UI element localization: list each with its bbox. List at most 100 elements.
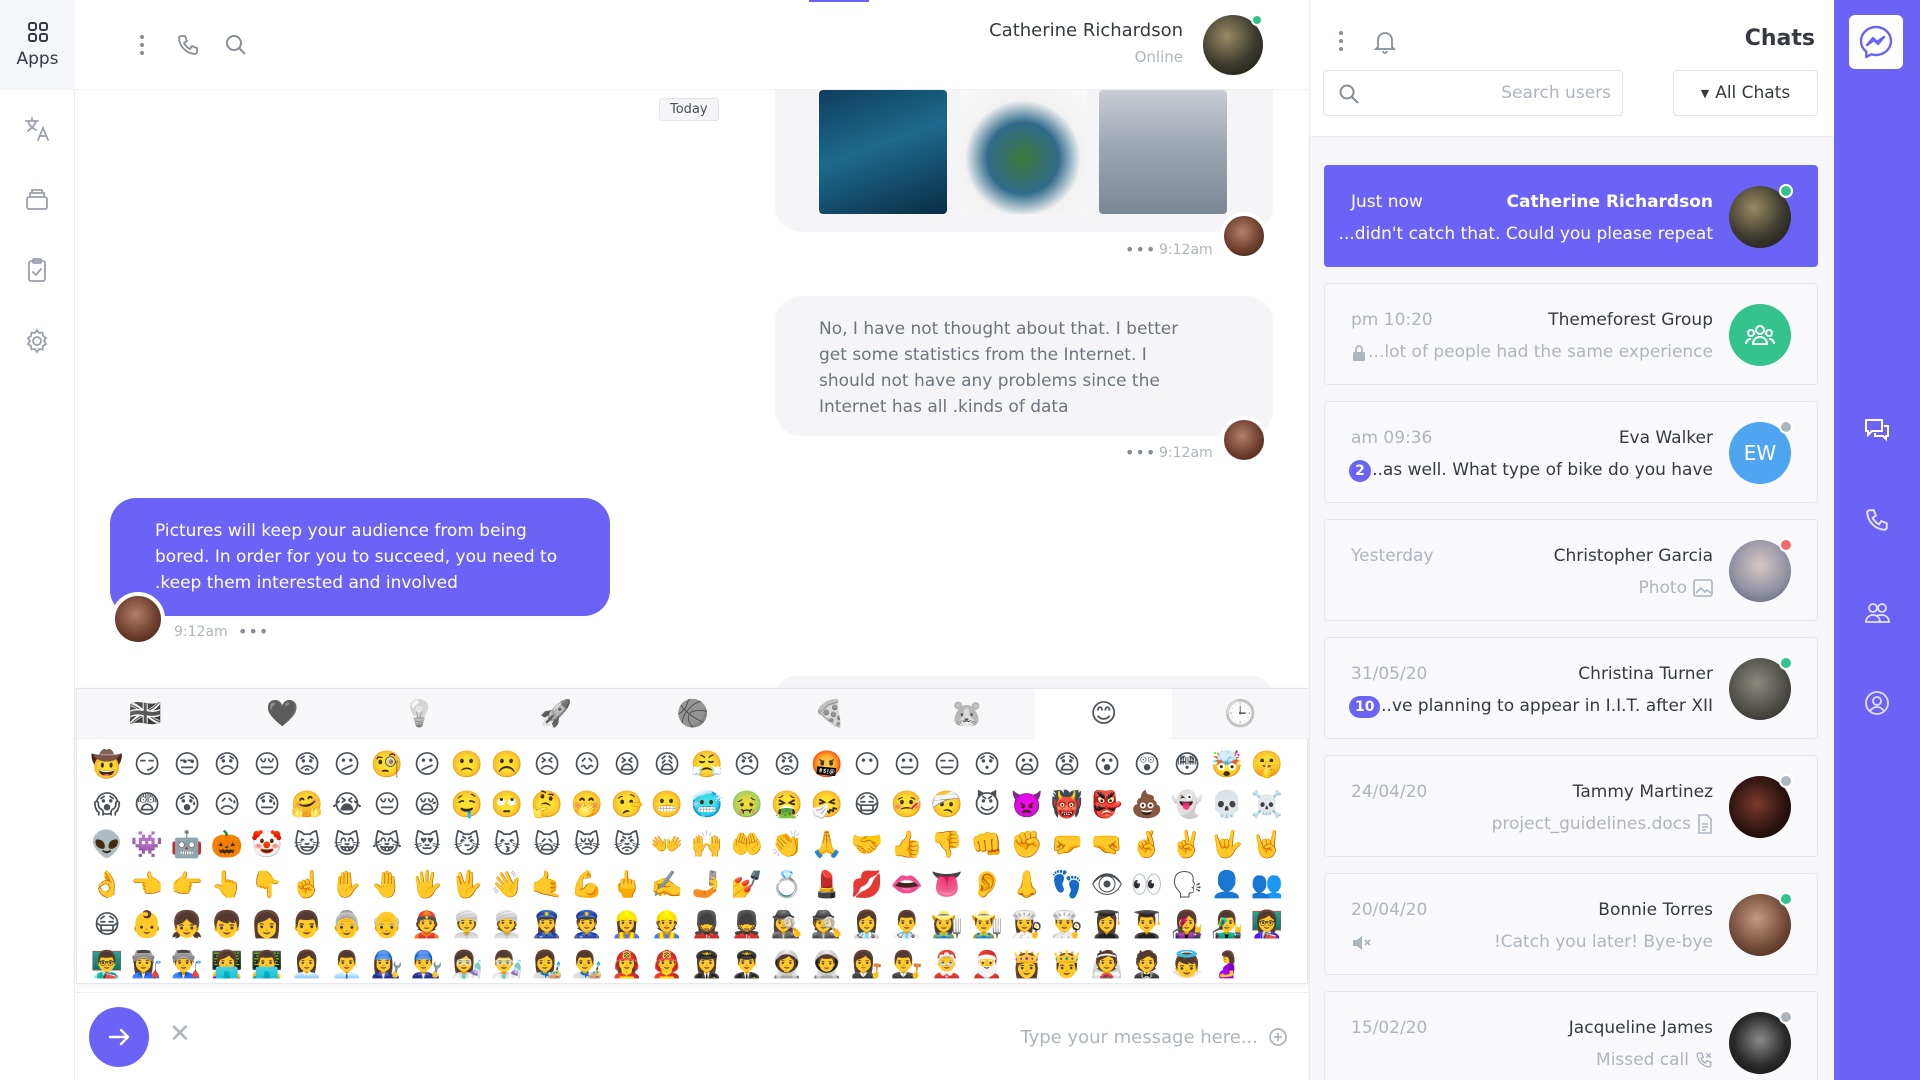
emoji-item[interactable]: 🥶	[687, 785, 727, 825]
emoji-item[interactable]: ✋	[327, 865, 367, 905]
emoji-item[interactable]: 👮	[567, 905, 607, 945]
emoji-item[interactable]: 🤯	[1207, 745, 1247, 785]
emoji-item[interactable]: 👩‍🌾	[927, 905, 967, 945]
emoji-item[interactable]: 👩‍🎨	[527, 945, 567, 985]
emoji-item[interactable]: 😨	[127, 785, 167, 825]
emoji-item[interactable]: 🤵	[1127, 945, 1167, 985]
emoji-item[interactable]: 👨‍🏭	[167, 945, 207, 985]
emoji-item[interactable]: 🖖	[447, 865, 487, 905]
emoji-item[interactable]: 😦	[1007, 745, 1047, 785]
emoji-item[interactable]: 👨‍⚖️	[887, 945, 927, 985]
emoji-item[interactable]: 💩	[1127, 785, 1167, 825]
emoji-item[interactable]: 😕	[327, 745, 367, 785]
emoji-item[interactable]: 💂‍♀️	[687, 905, 727, 945]
emoji-item[interactable]: 💋	[847, 865, 887, 905]
emoji-item[interactable]: 😷	[847, 785, 887, 825]
emoji-item[interactable]: 🕵️‍♀️	[767, 905, 807, 945]
emoji-item[interactable]: 👀	[1127, 865, 1167, 905]
emoji-item[interactable]: 🤧	[807, 785, 847, 825]
emoji-item[interactable]: 💂	[727, 905, 767, 945]
emoji-item[interactable]: 👷‍♀️	[607, 905, 647, 945]
emoji-item[interactable]: 💪	[567, 865, 607, 905]
emoji-item[interactable]: 👉	[167, 865, 207, 905]
emoji-item[interactable]: 👿	[1007, 785, 1047, 825]
close-emoji-picker-button[interactable]: ✕	[169, 1019, 191, 1049]
emoji-item[interactable]: 😾	[607, 825, 647, 865]
emoji-item[interactable]: 👨‍🏫	[87, 945, 127, 985]
emoji-item[interactable]: 😶	[847, 745, 887, 785]
emoji-item[interactable]: 👃	[1007, 865, 1047, 905]
emoji-item[interactable]: 🤛	[1047, 825, 1087, 865]
emoji-item[interactable]: 👨‍🚀	[807, 945, 847, 985]
emoji-item[interactable]: 💍	[767, 865, 807, 905]
emoji-item[interactable]: 👩‍⚖️	[847, 945, 887, 985]
emoji-item[interactable]: 👨‍💼	[327, 945, 367, 985]
emoji-item[interactable]: 👨‍🎨	[567, 945, 607, 985]
emoji-item[interactable]: 🤬	[807, 745, 847, 785]
emoji-item[interactable]: 💅	[727, 865, 767, 905]
emoji-item[interactable]: 😸	[327, 825, 367, 865]
emoji-item[interactable]: 🙀	[527, 825, 567, 865]
emoji-item[interactable]: 🤤	[447, 785, 487, 825]
emoji-category-tab[interactable]: 🇬🇧	[77, 689, 214, 739]
emoji-item[interactable]: 👼	[1167, 945, 1207, 985]
emoji-item[interactable]: 🎃	[207, 825, 247, 865]
emoji-item[interactable]: 😯	[967, 745, 1007, 785]
emoji-item[interactable]: 👩‍🏭	[127, 945, 167, 985]
emoji-item[interactable]: 👨‍🔧	[407, 945, 447, 985]
emoji-item[interactable]: 👨‍🔬	[487, 945, 527, 985]
emoji-item[interactable]: 😮	[1087, 745, 1127, 785]
emoji-item[interactable]: 🤶	[927, 945, 967, 985]
emoji-item[interactable]: 👵	[327, 905, 367, 945]
emoji-item[interactable]: 🤡	[247, 825, 287, 865]
emoji-item[interactable]: 😟	[287, 745, 327, 785]
emoji-item[interactable]: 👨‍🎤	[1207, 905, 1247, 945]
emoji-item[interactable]: 👨‍✈️	[727, 945, 767, 985]
emoji-item[interactable]: 👩‍🚒	[607, 945, 647, 985]
emoji-item[interactable]: 😳	[1167, 745, 1207, 785]
emoji-item[interactable]: 👲	[407, 905, 447, 945]
phone-icon[interactable]	[1862, 505, 1892, 535]
image-thumbnail[interactable]	[819, 90, 947, 214]
emoji-item[interactable]: 😕	[407, 745, 447, 785]
emoji-item[interactable]: 👌	[87, 865, 127, 905]
emoji-item[interactable]: 🤘	[1247, 825, 1287, 865]
emoji-item[interactable]: 👨‍🎓	[1127, 905, 1167, 945]
message-more-icon[interactable]: •••	[1125, 443, 1156, 462]
emoji-item[interactable]: 👽	[87, 825, 127, 865]
emoji-item[interactable]: 👤	[1207, 865, 1247, 905]
emoji-item[interactable]: 😲	[1127, 745, 1167, 785]
emoji-item[interactable]: 👩‍💼	[287, 945, 327, 985]
emoji-item[interactable]: 😑	[927, 745, 967, 785]
clipboard-check-icon[interactable]	[22, 255, 52, 285]
chat-list-item[interactable]: 20/04/20 Bonnie Torres !Catch you later! B…	[1324, 873, 1818, 975]
emoji-item[interactable]: 🗣	[1167, 865, 1207, 905]
emoji-item[interactable]: 🖐	[407, 865, 447, 905]
emoji-item[interactable]: 🤞	[1127, 825, 1167, 865]
image-thumbnail[interactable]	[1099, 90, 1227, 214]
emoji-item[interactable]: 😒	[167, 745, 207, 785]
emoji-item[interactable]: 👣	[1047, 865, 1087, 905]
emoji-item[interactable]: 🤲	[727, 825, 767, 865]
more-vertical-icon[interactable]	[1338, 30, 1344, 52]
emoji-item[interactable]: 👄	[887, 865, 927, 905]
chat-list-item[interactable]: 31/05/20 Christina Turner ...ve planning t…	[1324, 637, 1818, 739]
emoji-item[interactable]: 👩‍🔬	[447, 945, 487, 985]
emoji-item[interactable]: 👳‍♀️	[447, 905, 487, 945]
groups-icon[interactable]	[1862, 598, 1892, 628]
emoji-item[interactable]: 🤒	[887, 785, 927, 825]
emoji-item[interactable]: 👆	[207, 865, 247, 905]
emoji-item[interactable]: 👺	[1087, 785, 1127, 825]
emoji-item[interactable]: 🤰	[1207, 945, 1247, 985]
emoji-item[interactable]: 🤭	[567, 785, 607, 825]
emoji-item[interactable]: 🙄	[487, 785, 527, 825]
chat-list-item[interactable]: Just now Catherine Richardson ...didn't ca…	[1324, 165, 1818, 267]
emoji-item[interactable]: 👏	[767, 825, 807, 865]
phone-icon[interactable]	[175, 32, 201, 58]
emoji-item[interactable]: ☝️	[287, 865, 327, 905]
emoji-category-tab[interactable]: 🐹	[898, 689, 1035, 739]
emoji-item[interactable]: 😰	[167, 785, 207, 825]
emoji-item[interactable]: 🖕	[607, 865, 647, 905]
emoji-item[interactable]: 😏	[127, 745, 167, 785]
emoji-item[interactable]: 🤖	[167, 825, 207, 865]
